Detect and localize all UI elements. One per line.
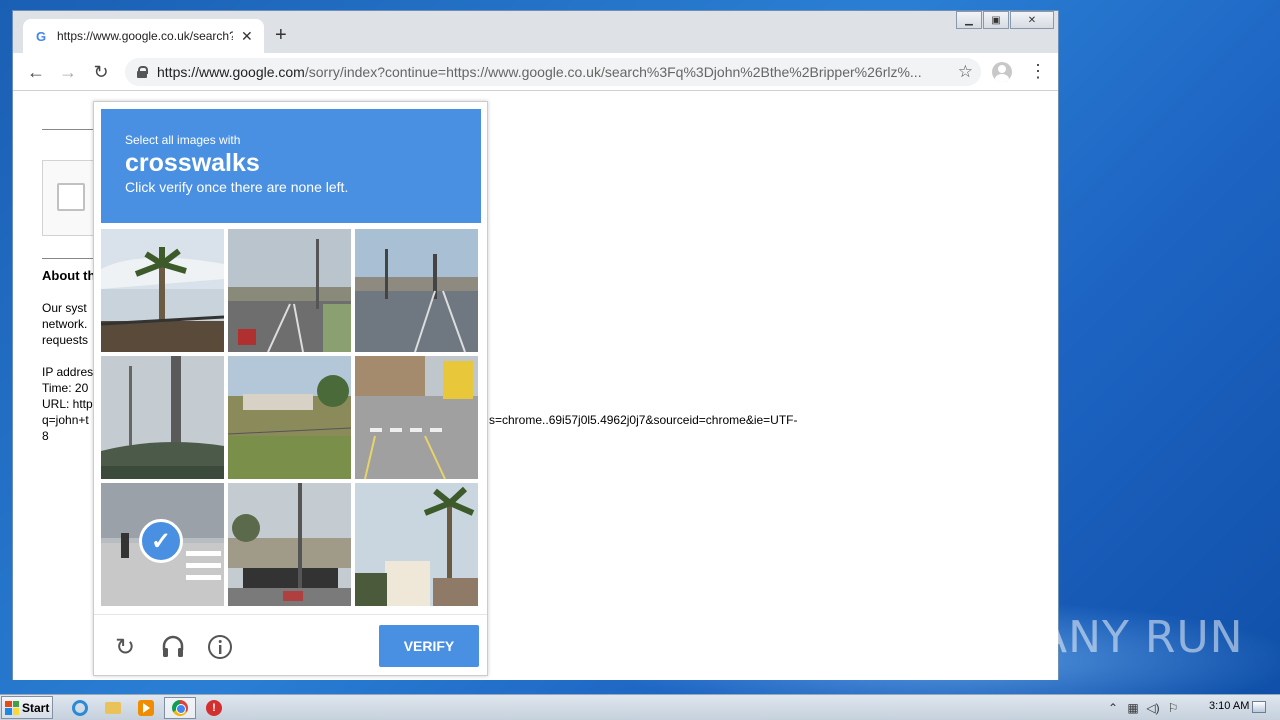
field-buildings-image <box>228 356 351 479</box>
minimize-button[interactable]: ▁ <box>956 11 982 29</box>
info-icon[interactable] <box>206 633 234 661</box>
reload-icon[interactable]: ↻ <box>111 633 139 661</box>
volume-icon[interactable]: ◁) <box>1143 701 1163 715</box>
google-favicon-icon: G <box>35 28 47 44</box>
body-line: Our syst <box>42 301 87 315</box>
captcha-subinstruction: Click verify once there are none left. <box>125 179 349 195</box>
bridge-road-image <box>228 483 351 606</box>
captcha-tile[interactable] <box>101 229 224 352</box>
star-icon[interactable]: ☆ <box>958 62 973 82</box>
shield-icon[interactable]: ! <box>200 697 228 719</box>
verify-button[interactable]: VERIFY <box>379 625 479 667</box>
overpass-road-image <box>228 229 351 352</box>
system-tray: ⌃ ▦ ◁) ⚐ <box>1103 697 1183 719</box>
anyrun-watermark: ANY RUN <box>1037 612 1244 663</box>
tray-expand-icon[interactable]: ⌃ <box>1103 701 1123 715</box>
body-line: requests <box>42 333 89 347</box>
body-text: Our syst network. requests IP addres Tim… <box>42 300 93 444</box>
captcha-header: Select all images with crosswalks Click … <box>101 109 481 223</box>
close-window-button[interactable]: ✕ <box>1010 11 1054 29</box>
captcha-tile[interactable] <box>228 356 351 479</box>
poles-overpass-image <box>101 356 224 479</box>
selected-check-icon: ✓ <box>139 519 183 563</box>
info-glyph <box>208 635 232 659</box>
headphones-icon[interactable] <box>159 633 187 661</box>
captcha-tile[interactable] <box>101 356 224 479</box>
body-line: URL: http <box>42 397 93 411</box>
profile-icon[interactable] <box>992 62 1012 82</box>
url-tail-text: s=chrome..69i57j0l5.4962j0j7&sourceid=ch… <box>489 413 798 427</box>
maximize-button[interactable]: ▣ <box>983 11 1009 29</box>
new-tab-button[interactable]: + <box>275 24 287 47</box>
clock[interactable]: 3:10 AM <box>1209 700 1249 712</box>
tab-title: https://www.google.co.uk/search?q=john+t… <box>57 29 233 43</box>
captcha-instruction: Select all images with <box>125 133 241 147</box>
captcha-challenge: Select all images with crosswalks Click … <box>93 101 488 676</box>
recaptcha-checkbox[interactable] <box>57 183 85 211</box>
captcha-tile[interactable] <box>228 229 351 352</box>
browser-toolbar: ← → ↻ https://www.google.com/sorry/index… <box>13 53 1058 91</box>
tab-strip: G https://www.google.co.uk/search?q=john… <box>13 11 1058 53</box>
captcha-tile-selected[interactable]: ✓ <box>101 483 224 606</box>
palm-houses-image <box>355 483 478 606</box>
body-line: Time: 20 <box>42 381 89 395</box>
menu-icon[interactable]: ⋮ <box>1029 61 1047 82</box>
window-controls: ▁ ▣ ✕ <box>955 11 1054 29</box>
start-button[interactable]: Start <box>1 696 53 719</box>
body-line: network. <box>42 317 88 331</box>
tab-close-icon[interactable]: ✕ <box>241 28 253 45</box>
body-line: IP addres <box>42 365 94 379</box>
body-line: 8 <box>42 429 49 443</box>
captcha-footer: ↻ VERIFY <box>94 614 487 676</box>
about-heading: About th <box>42 268 96 283</box>
url-text: https://www.google.com/sorry/index?conti… <box>157 64 947 80</box>
network-icon[interactable]: ▦ <box>1123 701 1143 715</box>
captcha-tile[interactable] <box>355 483 478 606</box>
forward-icon[interactable]: → <box>57 61 79 83</box>
back-icon[interactable]: ← <box>25 61 47 83</box>
body-line <box>42 348 93 364</box>
headphones-glyph <box>162 635 184 657</box>
lock-icon <box>137 66 148 78</box>
start-label: Start <box>22 700 50 715</box>
ie-icon[interactable] <box>66 697 94 719</box>
captcha-tile[interactable] <box>355 356 478 479</box>
captcha-tile[interactable] <box>228 483 351 606</box>
reload-icon[interactable]: ↻ <box>90 61 112 83</box>
tab-google-search[interactable]: G https://www.google.co.uk/search?q=john… <box>23 19 264 53</box>
url-host: https://www.google.com <box>157 64 305 80</box>
explorer-icon[interactable] <box>99 697 127 719</box>
street-crosswalk-image <box>355 356 478 479</box>
street-traffic-image <box>355 229 478 352</box>
palm-tree-image <box>101 229 224 352</box>
body-line: q=john+t <box>42 413 89 427</box>
url-path: /sorry/index?continue=https://www.google… <box>304 64 922 80</box>
address-bar[interactable]: https://www.google.com/sorry/index?conti… <box>125 58 981 86</box>
captcha-image-grid: ✓ <box>101 229 481 609</box>
media-player-icon[interactable] <box>132 697 160 719</box>
captcha-keyword: crosswalks <box>125 149 260 177</box>
chrome-icon[interactable] <box>164 697 196 719</box>
flag-icon[interactable]: ⚐ <box>1163 701 1183 715</box>
show-desktop-button[interactable] <box>1252 701 1266 713</box>
windows-logo-icon <box>5 700 19 715</box>
taskbar: Start ! ⌃ ▦ ◁) ⚐ 3:10 AM <box>0 694 1280 720</box>
captcha-tile[interactable] <box>355 229 478 352</box>
